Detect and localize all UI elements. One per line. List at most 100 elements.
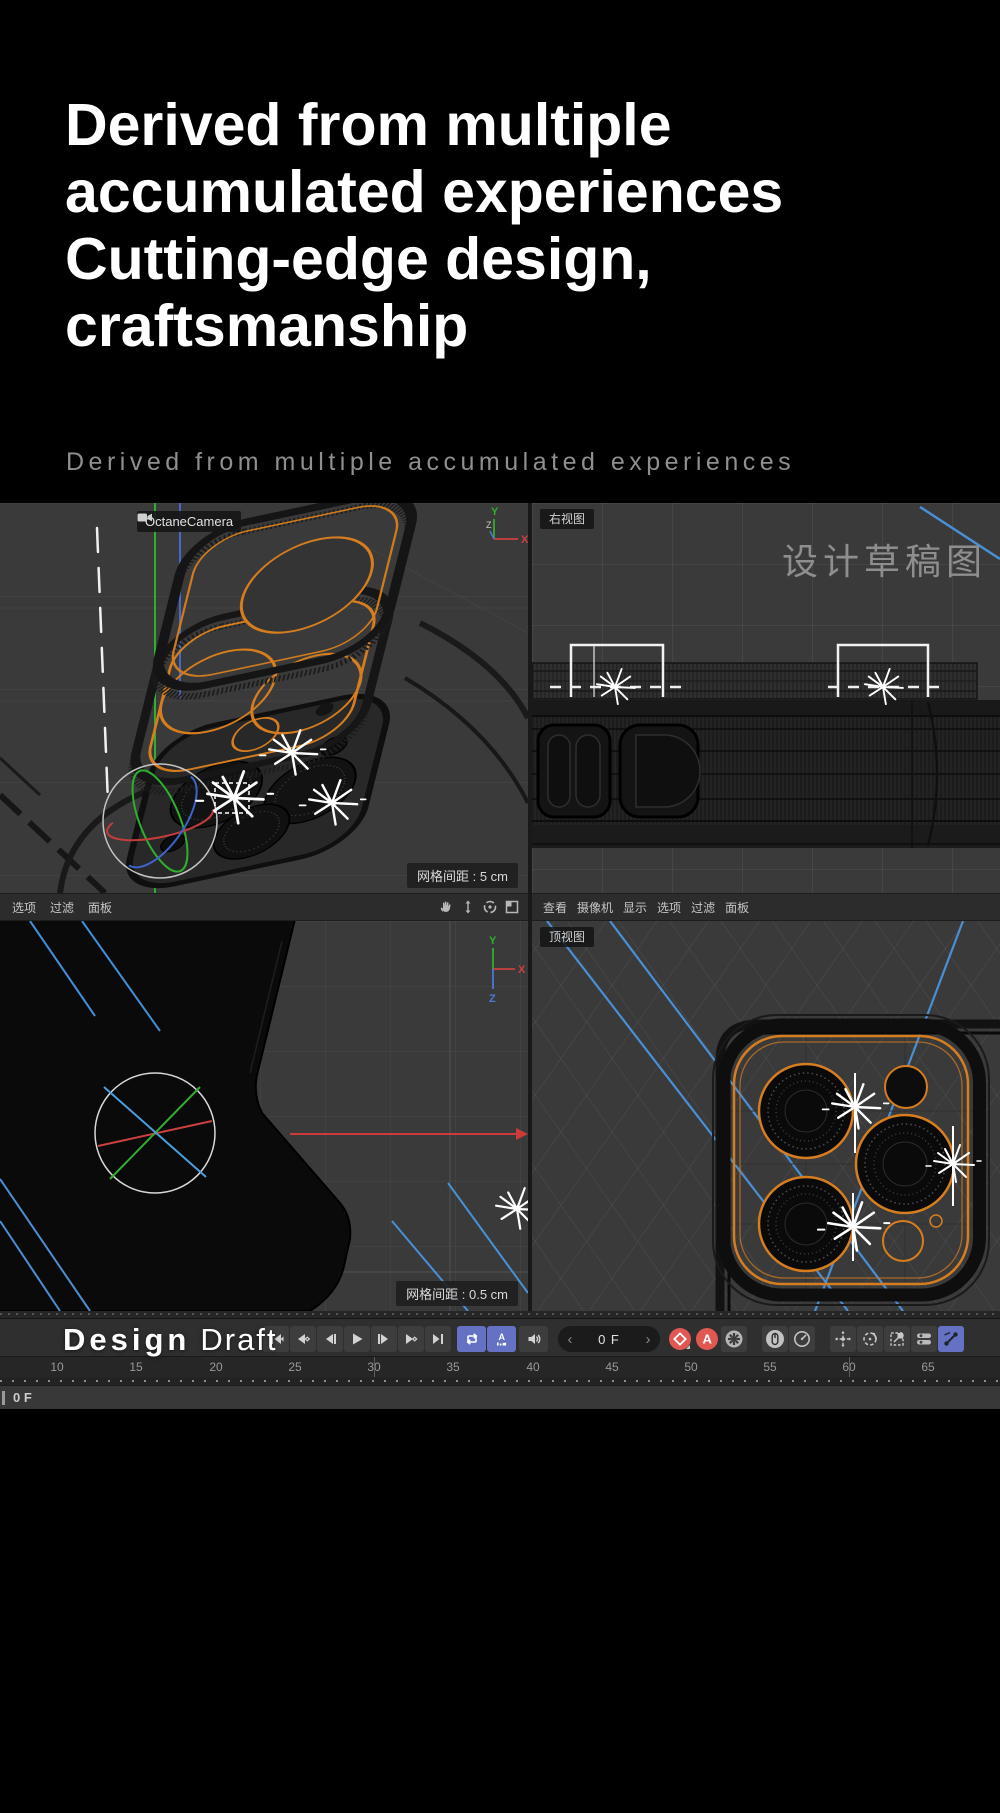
camera-label[interactable]: OctaneCamera <box>137 511 241 532</box>
timeline-tick-strip[interactable] <box>0 1377 1000 1385</box>
play-icon <box>349 1331 365 1347</box>
pan-hand-icon[interactable] <box>438 899 454 915</box>
axis-x-label: X <box>518 964 526 976</box>
go-to-end-icon <box>430 1331 446 1347</box>
ruler-tick: 45 <box>597 1360 627 1374</box>
autokey-range-button[interactable]: A <box>487 1326 516 1352</box>
ruler-tick: 10 <box>42 1360 72 1374</box>
frame-stepper[interactable]: ‹ 0 F › <box>558 1326 660 1352</box>
scale-snap-button[interactable] <box>884 1326 910 1352</box>
scale-icon <box>888 1330 906 1348</box>
ruler-tick: 50 <box>676 1360 706 1374</box>
grid-spacing-label: 网格间距 : 0.5 cm <box>396 1281 518 1306</box>
frame-value: 0 F <box>582 1332 636 1347</box>
ruler-tick: 20 <box>201 1360 231 1374</box>
mouse-record-button[interactable] <box>762 1326 788 1352</box>
keying-settings-button[interactable] <box>721 1326 747 1352</box>
hero-title-line2: accumulated experiences <box>65 159 783 226</box>
hero-title-line3: Cutting-edge design, <box>65 226 783 293</box>
menu-options[interactable]: 选项 <box>12 899 36 916</box>
autokey-range-icon: A <box>494 1331 510 1347</box>
axis-gizmo-front: Y X Z <box>468 933 526 1005</box>
front-view-canvas <box>0 921 528 1311</box>
previous-frame-button[interactable] <box>317 1326 343 1352</box>
menu-cameras[interactable]: 摄像机 <box>577 899 613 916</box>
menu-options[interactable]: 选项 <box>657 899 681 916</box>
move-icon <box>834 1330 852 1348</box>
viewport-top-view[interactable]: 顶视图 <box>532 921 1000 1311</box>
ruler-tick: 15 <box>121 1360 151 1374</box>
menu-panel[interactable]: 面板 <box>725 899 749 916</box>
view-label[interactable]: 右视图 <box>540 509 594 529</box>
rotate-view-icon[interactable] <box>482 899 498 915</box>
dolly-icon[interactable] <box>460 899 476 915</box>
rotate-snap-button[interactable] <box>857 1326 883 1352</box>
layer-states-button[interactable] <box>911 1326 937 1352</box>
menu-filter[interactable]: 过滤 <box>50 899 74 916</box>
ruler-tick: 25 <box>280 1360 310 1374</box>
previous-key-button[interactable] <box>290 1326 316 1352</box>
viewport-nav-icons <box>438 899 528 915</box>
record-keyframe-button[interactable] <box>667 1326 693 1352</box>
viewport-front-view[interactable]: Y X Z 网格间距 : 0.5 cm <box>0 921 528 1311</box>
hero-subtitle: Derived from multiple accumulated experi… <box>66 448 795 477</box>
viewport-menu-left: 选项 过滤 面板 <box>0 893 528 921</box>
camera-label-text: OctaneCamera <box>145 514 233 529</box>
sound-button[interactable] <box>519 1326 548 1352</box>
viewport-grid: OctaneCamera Y Z X 网格间距 : 5 cm <box>0 503 1000 1311</box>
snap-toggle-button[interactable] <box>938 1326 964 1352</box>
hero-title: Derived from multiple accumulated experi… <box>65 92 783 360</box>
frame-decrement-icon[interactable]: ‹ <box>558 1331 582 1348</box>
status-frame: 0 F <box>13 1390 32 1405</box>
timeline-key-strip[interactable] <box>0 1311 1000 1318</box>
mouse-icon <box>765 1329 785 1349</box>
timeline-ruler[interactable]: 10 15 20 25 30 35 40 45 50 55 60 65 <box>0 1356 1000 1377</box>
autokey-icon: A <box>695 1327 719 1351</box>
axis-y-label: Y <box>491 506 499 518</box>
autokey-button[interactable]: A <box>694 1326 720 1352</box>
ruler-tick: 40 <box>518 1360 548 1374</box>
page: Derived from multiple accumulated experi… <box>0 0 1000 1813</box>
record-keyframe-icon <box>668 1327 692 1351</box>
layers-icon <box>915 1330 933 1348</box>
timing-gauge-button[interactable] <box>789 1326 815 1352</box>
menu-display[interactable]: 显示 <box>623 899 647 916</box>
gauge-icon <box>793 1330 811 1348</box>
camera-icon <box>137 511 153 524</box>
go-to-end-button[interactable] <box>425 1326 451 1352</box>
menu-filter[interactable]: 过滤 <box>691 899 715 916</box>
next-frame-button[interactable] <box>371 1326 397 1352</box>
view-label[interactable]: 顶视图 <box>540 927 594 947</box>
status-cursor-mark <box>2 1391 5 1405</box>
loop-playback-button[interactable] <box>457 1326 486 1352</box>
axis-z-label: Z <box>489 993 496 1005</box>
frame-increment-icon[interactable]: › <box>636 1331 660 1348</box>
loop-icon <box>464 1331 480 1347</box>
ruler-tick: 55 <box>755 1360 785 1374</box>
previous-key-icon <box>295 1331 311 1347</box>
next-key-button[interactable] <box>398 1326 424 1352</box>
menu-view[interactable]: 查看 <box>543 899 567 916</box>
viewport-right-view[interactable]: 右视图 设计草稿图 <box>532 503 1000 893</box>
grid-spacing-label: 网格间距 : 5 cm <box>407 863 518 888</box>
next-key-icon <box>403 1331 419 1347</box>
move-snap-button[interactable] <box>830 1326 856 1352</box>
design-draft-overlay: DesignDraft <box>63 1322 278 1358</box>
rotate-icon <box>861 1330 879 1348</box>
play-button[interactable] <box>344 1326 370 1352</box>
viewport-divider[interactable] <box>528 503 532 1311</box>
sound-icon <box>526 1331 542 1347</box>
next-frame-icon <box>376 1331 392 1347</box>
perspective-canvas <box>0 503 528 893</box>
axis-gizmo-perspective: Y Z X <box>478 505 528 557</box>
svg-text:A: A <box>498 1332 505 1342</box>
previous-frame-icon <box>322 1331 338 1347</box>
maximize-view-icon[interactable] <box>504 899 520 915</box>
ruler-tick: 35 <box>438 1360 468 1374</box>
viewport-perspective[interactable]: OctaneCamera Y Z X 网格间距 : 5 cm <box>0 503 528 893</box>
overlay-design: Design <box>63 1322 190 1357</box>
ruler-tick: 65 <box>913 1360 943 1374</box>
axis-x-label: X <box>521 534 528 546</box>
menu-panel[interactable]: 面板 <box>88 899 112 916</box>
top-view-canvas <box>532 921 1000 1311</box>
